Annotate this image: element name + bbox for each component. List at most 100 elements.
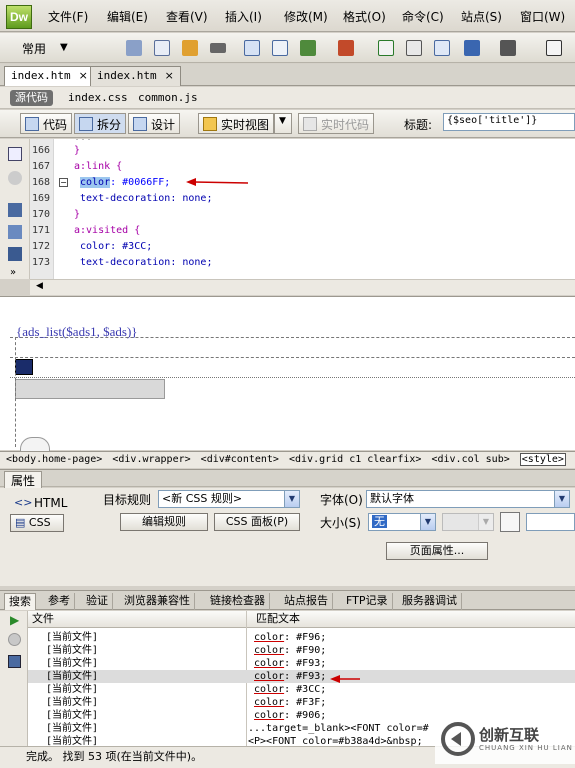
live-view-button[interactable]: 实时视图 <box>198 113 275 134</box>
expand-all-icon[interactable] <box>8 247 22 261</box>
row-file: [当前文件] <box>46 710 99 721</box>
date-icon[interactable] <box>378 40 394 56</box>
source-code-button[interactable]: 源代码 <box>10 90 53 106</box>
menu-commands[interactable]: 命令(C) <box>402 8 444 25</box>
menu-file[interactable]: 文件(F) <box>48 8 88 25</box>
tab-index-htm-active[interactable]: index.htm × <box>4 66 95 86</box>
script-placeholder-icon[interactable] <box>15 359 33 375</box>
server-side-include-icon[interactable] <box>406 40 422 56</box>
tab-browser-compat[interactable]: 浏览器兼容性 <box>120 593 195 610</box>
tab-validation[interactable]: 验证 <box>82 593 113 610</box>
tab-properties[interactable]: 属性 <box>4 471 43 488</box>
show-code-navigator-icon[interactable] <box>8 171 22 185</box>
line-number: 172 <box>32 241 51 252</box>
live-code-icon <box>303 117 317 131</box>
insert-toolbar: 常用 ▼ <box>0 33 575 63</box>
comment-icon[interactable] <box>434 40 450 56</box>
related-file-js[interactable]: common.js <box>138 91 198 104</box>
image-icon[interactable] <box>300 40 316 56</box>
hyperlink-icon[interactable] <box>126 40 142 56</box>
tag-div-content[interactable]: <div#content> <box>201 454 279 465</box>
tab-search[interactable]: 搜索 <box>4 593 36 610</box>
target-rule-select[interactable]: <新 CSS 规则> ▼ <box>158 490 300 508</box>
workspace-switcher[interactable]: 常用 <box>22 40 46 57</box>
menu-modify[interactable]: 修改(M) <box>284 8 328 25</box>
tag-div-col[interactable]: <div.col sub> <box>431 454 509 465</box>
tag-div-wrapper[interactable]: <div.wrapper> <box>112 454 190 465</box>
tab-server-debug[interactable]: 服务器调试 <box>398 593 462 610</box>
size-unit-select[interactable]: ▼ <box>442 513 494 531</box>
tab-index-htm[interactable]: index.htm × <box>90 66 181 86</box>
code-view[interactable]: » ... 166 167 168 169 170 171 172 173 − … <box>0 139 575 279</box>
font-select[interactable]: 默认字体 ▼ <box>366 490 570 508</box>
results-toolbar: ▶ <box>0 611 28 746</box>
menu-format[interactable]: 格式(O) <box>343 8 386 25</box>
menu-edit[interactable]: 编辑(E) <box>107 8 148 25</box>
tag-body[interactable]: <body.home-page> <box>6 454 102 465</box>
table-icon[interactable] <box>244 40 260 56</box>
code-horizontal-scrollbar[interactable]: ◀ <box>30 279 575 295</box>
tag-div-grid[interactable]: <div.grid c1 clearfix> <box>289 454 421 465</box>
more-tools-icon[interactable]: » <box>10 267 16 278</box>
div-icon[interactable] <box>272 40 288 56</box>
code-collapse-toggle[interactable]: − <box>59 178 68 187</box>
css-panel-button[interactable]: CSS 面板(P) <box>214 513 300 531</box>
code-view-button[interactable]: 代码 <box>20 113 73 134</box>
design-view-button[interactable]: 设计 <box>128 113 181 134</box>
collapse-full-tag-icon[interactable] <box>8 203 22 217</box>
table-row[interactable]: [当前文件] color: #3CC; <box>28 683 575 696</box>
tab-link-checker[interactable]: 链接检查器 <box>206 593 270 610</box>
chevron-down-icon[interactable]: ▼ <box>60 42 68 53</box>
table-row[interactable]: [当前文件] color: #F3F; <box>28 696 575 709</box>
color-picker-button[interactable] <box>500 512 520 532</box>
stop-icon[interactable] <box>8 633 21 646</box>
column-match-text[interactable]: 匹配文本 <box>256 611 300 627</box>
tab-ftp-log[interactable]: FTP记录 <box>342 593 393 610</box>
tab-reference[interactable]: 参考 <box>44 593 75 610</box>
tab-site-reports[interactable]: 站点报告 <box>280 593 333 610</box>
watermark-text: 创新互联 <box>479 726 540 744</box>
css-mode-button[interactable]: ▤ CSS <box>10 514 64 532</box>
code-line: } <box>74 209 81 220</box>
size-select[interactable]: 无 ▼ <box>368 513 436 531</box>
script-icon[interactable] <box>500 40 516 56</box>
menu-window[interactable]: 窗口(W) <box>520 8 565 25</box>
form-element-placeholder[interactable] <box>15 379 165 399</box>
named-anchor-icon[interactable] <box>182 40 198 56</box>
table-row-selected[interactable]: [当前文件] color: #F93; <box>28 670 575 683</box>
live-view-dropdown[interactable]: ▼ <box>274 113 292 134</box>
open-documents-icon[interactable] <box>8 147 22 161</box>
page-properties-button[interactable]: 页面属性... <box>386 542 488 560</box>
column-file[interactable]: 文件 <box>32 611 54 627</box>
table-row[interactable]: [当前文件] color: #F96; <box>28 631 575 644</box>
related-file-css[interactable]: index.css <box>68 91 128 104</box>
row-file: [当前文件] <box>46 736 99 746</box>
split-view-button[interactable]: 拆分 <box>74 113 127 134</box>
edit-rule-button[interactable]: 编辑规则 <box>120 513 208 531</box>
horizontal-rule-icon[interactable] <box>210 43 226 53</box>
head-icon[interactable] <box>464 40 480 56</box>
media-icon[interactable] <box>338 40 354 56</box>
menu-site[interactable]: 站点(S) <box>461 8 502 25</box>
menu-view[interactable]: 查看(V) <box>166 8 208 25</box>
table-row[interactable]: [当前文件] color: #F93; <box>28 657 575 670</box>
scroll-left-icon[interactable]: ◀ <box>36 281 43 291</box>
design-view[interactable]: {ads_list($ads1, $ads)} <box>0 296 575 451</box>
play-icon[interactable]: ▶ <box>10 613 19 627</box>
templates-icon[interactable] <box>546 40 562 56</box>
menu-insert[interactable]: 插入(I) <box>225 8 262 25</box>
collapse-selection-icon[interactable] <box>8 225 22 239</box>
close-icon[interactable]: × <box>79 69 88 82</box>
color-input[interactable] <box>526 513 575 531</box>
row-file: [当前文件] <box>46 697 99 708</box>
close-icon[interactable]: × <box>165 69 174 82</box>
page-title-input[interactable]: {$seo['title']} <box>443 113 575 131</box>
save-report-icon[interactable] <box>8 655 21 668</box>
html-mode-button[interactable]: HTML <box>34 496 67 510</box>
line-number: 169 <box>32 193 51 204</box>
live-code-button[interactable]: 实时代码 <box>298 113 375 134</box>
table-row[interactable]: [当前文件] color: #F90; <box>28 644 575 657</box>
email-link-icon[interactable] <box>154 40 170 56</box>
dreamweaver-logo-icon: Dw <box>6 5 32 29</box>
tag-style[interactable]: <style> <box>519 453 566 466</box>
